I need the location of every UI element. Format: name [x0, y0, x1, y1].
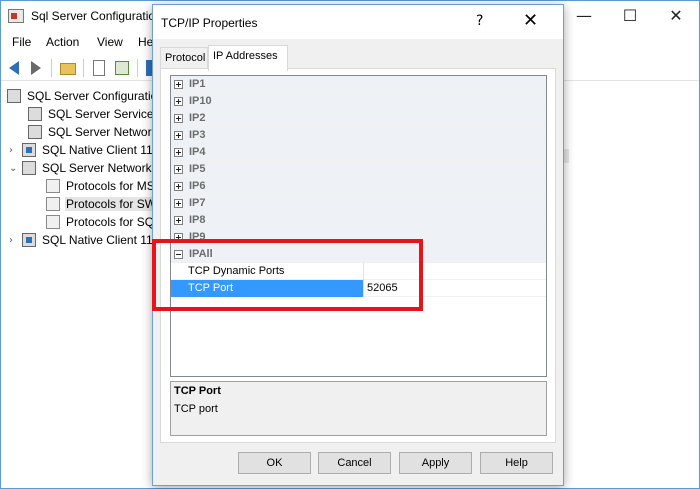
tree-item-label: SQL Server Services: [48, 107, 160, 121]
expand-plus-icon[interactable]: [174, 181, 183, 191]
category-row-ip5[interactable]: IP5: [171, 161, 546, 178]
cancel-button[interactable]: Cancel: [318, 452, 391, 474]
network-icon: [22, 161, 36, 175]
expand-plus-icon[interactable]: [174, 147, 183, 157]
category-row-ip4[interactable]: IP4: [171, 144, 546, 161]
category-label: IP4: [189, 146, 206, 158]
highlight-annotation-box: [152, 239, 423, 311]
chevron-right-icon[interactable]: ›: [9, 145, 19, 156]
document-icon: [93, 60, 105, 76]
description-pane: TCP Port TCP port: [170, 381, 547, 436]
menu-action[interactable]: Action: [46, 35, 79, 49]
protocol-icon: [46, 179, 60, 193]
category-label: IP7: [189, 197, 206, 209]
category-row-ip8[interactable]: IP8: [171, 212, 546, 229]
forward-button[interactable]: [27, 59, 45, 77]
expand-plus-icon[interactable]: [174, 215, 183, 225]
protocol-icon: [46, 197, 60, 211]
tab-protocol[interactable]: Protocol: [160, 47, 208, 69]
main-close-button[interactable]: ✕: [653, 1, 699, 31]
expand-plus-icon[interactable]: [174, 130, 183, 140]
dialog-help-button[interactable]: ?: [476, 13, 483, 29]
ok-button[interactable]: OK: [238, 452, 311, 474]
description-text: TCP port: [174, 403, 218, 415]
help-button[interactable]: Help: [480, 452, 553, 474]
server-config-icon: [7, 89, 21, 103]
category-row-ip1[interactable]: IP1: [171, 76, 546, 93]
tree-item-label: Protocols for SW: [65, 197, 158, 211]
category-label: IP2: [189, 112, 206, 124]
category-row-ip3[interactable]: IP3: [171, 127, 546, 144]
app-icon: [8, 9, 24, 23]
minimize-button[interactable]: —: [561, 1, 607, 31]
folder-icon: [60, 63, 76, 75]
back-button[interactable]: [5, 59, 23, 77]
category-label: IP1: [189, 78, 206, 90]
toolbar-separator: [83, 59, 84, 77]
expand-plus-icon[interactable]: [174, 198, 183, 208]
network-icon: [28, 125, 42, 139]
maximize-button[interactable]: ☐: [607, 1, 653, 31]
expand-plus-icon[interactable]: [174, 113, 183, 123]
menu-view[interactable]: View: [97, 35, 123, 49]
properties-button[interactable]: [90, 59, 108, 77]
expand-plus-icon[interactable]: [174, 164, 183, 174]
protocol-icon: [46, 215, 60, 229]
apply-button[interactable]: Apply: [399, 452, 472, 474]
property-grid: IP1 IP10 IP2 IP3 IP4 IP5 IP6 IP7 IP8 IP9…: [170, 75, 547, 377]
services-icon: [28, 107, 42, 121]
export-button[interactable]: [113, 59, 131, 77]
tree-item-protocols-sw[interactable]: Protocols for SW: [46, 195, 158, 213]
toolbar-separator: [137, 59, 138, 77]
up-folder-button[interactable]: [59, 59, 77, 77]
client-icon: [22, 143, 36, 157]
dialog-title: TCP/IP Properties: [161, 16, 258, 30]
chevron-right-icon[interactable]: ›: [9, 235, 19, 246]
client-icon: [22, 233, 36, 247]
tree-item-services[interactable]: SQL Server Services: [28, 105, 161, 123]
description-title: TCP Port: [174, 385, 221, 397]
category-row-ip7[interactable]: IP7: [171, 195, 546, 212]
toolbar-separator: [51, 59, 52, 77]
back-arrow-icon: [9, 61, 19, 75]
menu-file[interactable]: File: [12, 35, 31, 49]
export-icon: [115, 61, 129, 75]
expand-plus-icon[interactable]: [174, 79, 183, 89]
category-label: IP10: [189, 95, 212, 107]
tab-ip-addresses[interactable]: IP Addresses: [208, 45, 288, 71]
expand-plus-icon[interactable]: [174, 96, 183, 106]
chevron-down-icon[interactable]: ⌄: [9, 163, 19, 174]
category-row-ip6[interactable]: IP6: [171, 178, 546, 195]
dialog-close-button[interactable]: ✕: [523, 10, 538, 31]
dialog-titlebar: TCP/IP Properties ? ✕: [153, 5, 563, 39]
category-label: IP8: [189, 214, 206, 226]
forward-arrow-icon: [31, 61, 41, 75]
category-row-ip2[interactable]: IP2: [171, 110, 546, 127]
category-row-ip10[interactable]: IP10: [171, 93, 546, 110]
category-label: IP3: [189, 129, 206, 141]
category-label: IP6: [189, 180, 206, 192]
category-label: IP5: [189, 163, 206, 175]
